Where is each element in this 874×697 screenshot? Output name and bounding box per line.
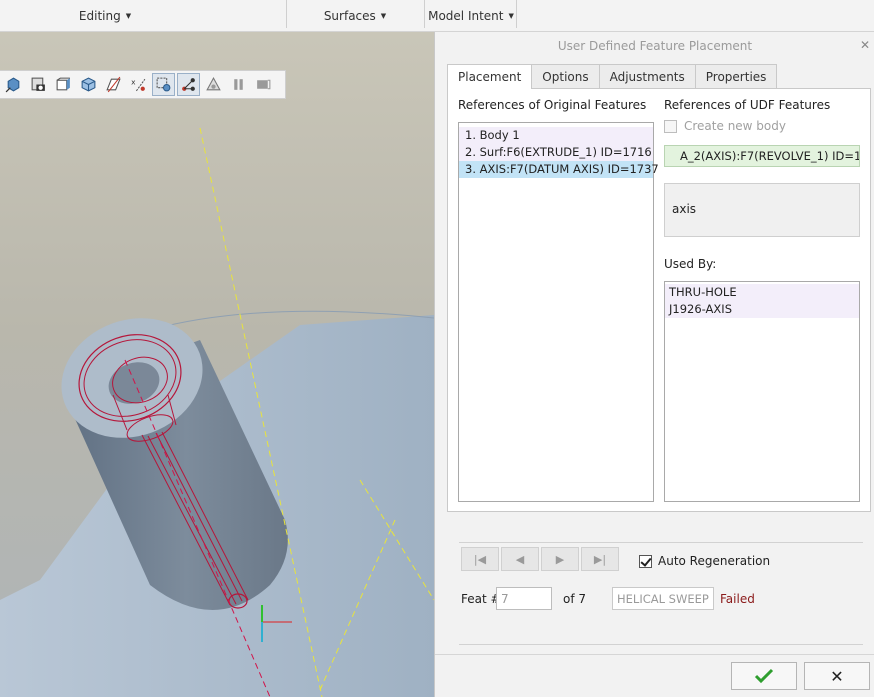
display-style-icon: [56, 77, 70, 91]
last-feature-button[interactable]: ▶|: [581, 547, 619, 571]
ribbon-separator: [516, 0, 517, 28]
view-manager-icon: [81, 77, 96, 92]
ribbon-group-editing[interactable]: Editing ▼: [60, 0, 150, 32]
checkmark-icon: [754, 668, 774, 684]
feat-total-label: of 7: [563, 592, 587, 606]
auto-regeneration-checkbox[interactable]: Auto Regeneration: [639, 554, 770, 568]
reference-type-box: axis: [664, 183, 860, 237]
ribbon-group-label: Surfaces: [323, 9, 376, 23]
create-new-body-checkbox[interactable]: Create new body: [664, 119, 786, 133]
feat-number-label: Feat #: [461, 592, 501, 606]
svg-text:x: x: [131, 78, 136, 87]
dialog-tabs: Placement Options Adjustments Properties: [447, 64, 778, 89]
ribbon-group-surfaces[interactable]: Surfaces ▼: [310, 0, 400, 32]
refit-view-button[interactable]: [2, 73, 25, 96]
model-scene: [0, 127, 434, 697]
datum-display-button[interactable]: [102, 73, 125, 96]
reference-type-label: axis: [672, 202, 697, 216]
tab-properties[interactable]: Properties: [694, 64, 778, 88]
dialog-title: User Defined Feature Placement: [557, 39, 753, 53]
appearance-button[interactable]: [202, 73, 225, 96]
chevron-down-icon: ▼: [125, 12, 132, 20]
pause-icon: [234, 79, 243, 90]
status-text: Failed: [720, 592, 755, 606]
previous-feature-button[interactable]: ◀: [501, 547, 539, 571]
datum-axis-display-button[interactable]: x: [127, 73, 150, 96]
original-references-label: References of Original Features: [458, 98, 647, 112]
ribbon-group-label: Editing: [78, 9, 121, 23]
appearance-icon: [206, 77, 221, 91]
ribbon-group-label: Model Intent: [428, 9, 504, 23]
cancel-button[interactable]: ✕: [804, 662, 870, 690]
auto-regeneration-label: Auto Regeneration: [658, 554, 771, 568]
checkbox-box: [664, 119, 677, 133]
original-references-list[interactable]: 1. Body 1 2. Surf:F6(EXTRUDE_1) ID=1716 …: [458, 122, 659, 502]
chevron-down-icon: ▼: [508, 12, 514, 20]
view-manager-button[interactable]: [77, 73, 100, 96]
stop-icon: [257, 79, 271, 90]
tab-options[interactable]: Options: [531, 64, 600, 88]
udf-placement-dialog: User Defined Feature Placement ✕ Placeme…: [434, 32, 874, 697]
list-item-selected[interactable]: 3. AXIS:F7(DATUM AXIS) ID=1737: [459, 161, 659, 178]
feature-name-field: HELICAL SWEEP 1: [612, 587, 714, 610]
ok-button[interactable]: [731, 662, 797, 690]
udf-references-label: References of UDF Features: [664, 98, 831, 112]
saved-views-button[interactable]: [27, 73, 50, 96]
placement-panel: References of Original Features 1. Body …: [447, 88, 871, 512]
used-by-label: Used By:: [664, 257, 717, 271]
stop-button[interactable]: [252, 73, 275, 96]
display-style-button[interactable]: [52, 73, 75, 96]
annotation-display-button[interactable]: [177, 73, 200, 96]
checkbox-box: [639, 554, 652, 568]
ribbon-group-model-intent[interactable]: Model Intent ▼: [426, 0, 516, 32]
next-feature-button[interactable]: ▶: [541, 547, 579, 571]
list-item[interactable]: 1. Body 1: [459, 127, 653, 144]
close-icon[interactable]: ✕: [858, 38, 872, 52]
ribbon-separator: [424, 0, 425, 28]
feature-navigation: |◀ ◀ ▶ ▶|: [461, 547, 619, 571]
tab-adjustments[interactable]: Adjustments: [598, 64, 696, 88]
list-item[interactable]: THRU-HOLE: [665, 284, 859, 301]
tab-placement[interactable]: Placement: [447, 64, 533, 89]
saved-views-icon: [31, 77, 45, 91]
udf-reference-field[interactable]: A_2(AXIS):F7(REVOLVE_1) ID=109: [664, 145, 860, 167]
feat-number-input[interactable]: [496, 587, 552, 610]
datum-axis-display-icon: x: [131, 78, 146, 92]
chevron-down-icon: ▼: [380, 12, 387, 20]
spin-center-button[interactable]: [152, 73, 175, 96]
annotation-display-icon: [182, 78, 195, 91]
ribbon-separator: [286, 0, 287, 28]
refit-view-icon: [5, 77, 20, 93]
graphics-toolbar: x: [0, 70, 286, 99]
list-item[interactable]: 2. Surf:F6(EXTRUDE_1) ID=1716: [459, 144, 653, 161]
list-item[interactable]: J1926-AXIS: [665, 301, 859, 318]
create-new-body-label: Create new body: [684, 119, 786, 133]
graphics-window[interactable]: x: [0, 32, 434, 697]
pause-button[interactable]: [227, 73, 250, 96]
used-by-list[interactable]: THRU-HOLE J1926-AXIS: [664, 281, 860, 502]
first-feature-button[interactable]: |◀: [461, 547, 499, 571]
spin-center-icon: [156, 77, 171, 92]
ribbon: Editing ▼ Surfaces ▼ Model Intent ▼: [0, 0, 874, 32]
datum-display-icon: [106, 76, 121, 93]
